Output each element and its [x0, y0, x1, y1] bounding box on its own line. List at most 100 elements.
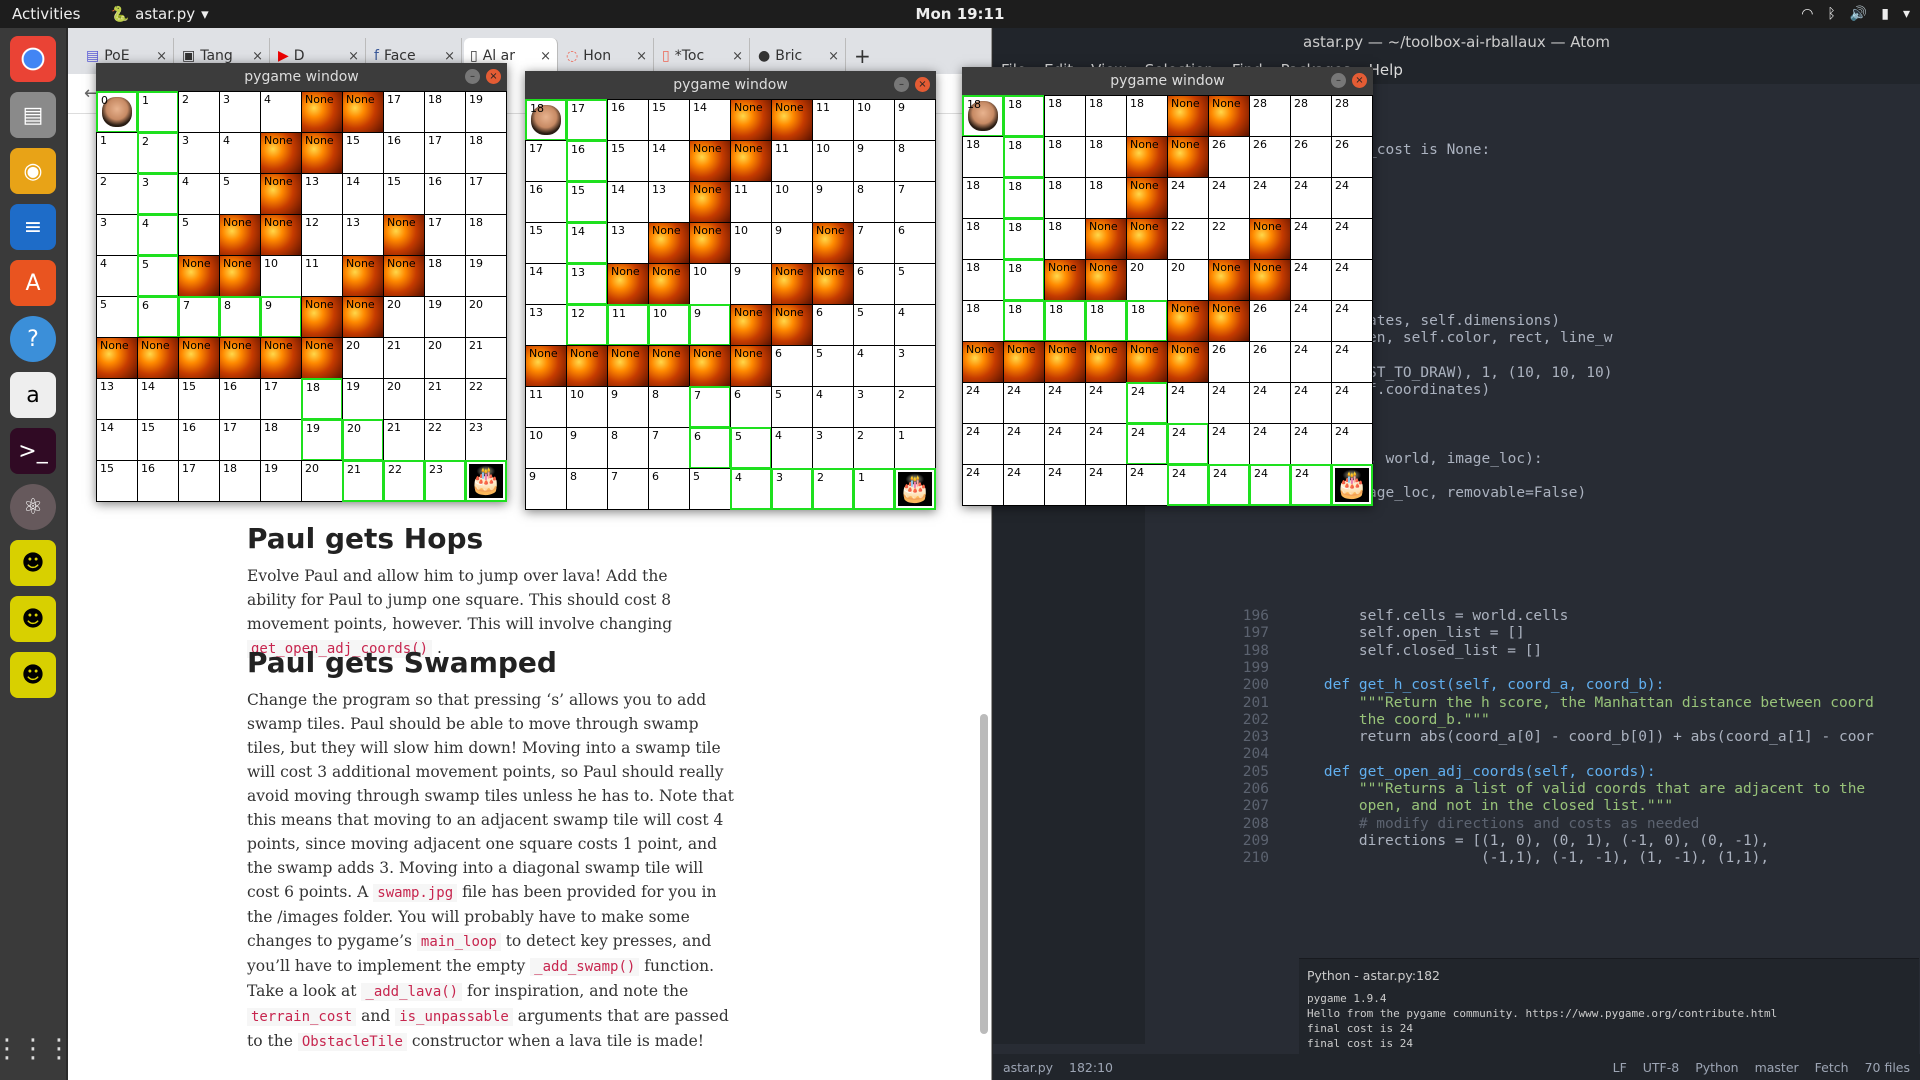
- lava-tile[interactable]: None: [648, 222, 690, 264]
- code-line[interactable]: return abs(coord_a[0] - coord_b[0]) + ab…: [1289, 729, 1874, 745]
- grid-cell[interactable]: 12: [301, 214, 343, 256]
- lava-tile[interactable]: None: [812, 263, 854, 305]
- grid-cell[interactable]: 3: [771, 468, 813, 510]
- lava-tile[interactable]: None: [260, 337, 302, 379]
- lava-tile[interactable]: None: [342, 91, 384, 133]
- grid-cell[interactable]: 8: [219, 296, 261, 338]
- grid-cell[interactable]: 10: [648, 304, 690, 346]
- grid-cell[interactable]: 16: [525, 181, 567, 223]
- grid-cell[interactable]: 15: [178, 378, 220, 420]
- grid-cell[interactable]: 10: [689, 263, 731, 305]
- lava-tile[interactable]: None: [1044, 341, 1086, 383]
- lava-tile[interactable]: None: [260, 173, 302, 215]
- grid-cell[interactable]: 19: [424, 296, 466, 338]
- code-line[interactable]: # modify directions and costs as needed: [1289, 816, 1699, 832]
- grid-cell[interactable]: 16: [137, 460, 179, 502]
- lava-tile[interactable]: None: [219, 337, 261, 379]
- grid-cell[interactable]: 24: [1290, 423, 1332, 465]
- code-line[interactable]: self.cells = world.cells: [1289, 608, 1569, 624]
- grid-cell[interactable]: 20: [424, 337, 466, 379]
- grid-cell[interactable]: 24: [1167, 177, 1209, 219]
- grid-cell[interactable]: 18: [1003, 136, 1045, 178]
- lava-tile[interactable]: None: [1249, 259, 1291, 301]
- grid-cell[interactable]: 21: [342, 460, 384, 502]
- grid-cell[interactable]: 14: [689, 99, 731, 141]
- grid-cell[interactable]: 24: [1085, 382, 1127, 424]
- lava-tile[interactable]: None: [689, 345, 731, 387]
- grid-cell[interactable]: 3: [178, 132, 220, 174]
- grid-cell[interactable]: 12: [566, 304, 608, 346]
- grid-cell[interactable]: 17: [178, 460, 220, 502]
- new-tab-button[interactable]: +: [848, 38, 888, 74]
- grid-cell[interactable]: 22: [383, 460, 425, 502]
- grid-cell[interactable]: 13: [566, 263, 608, 305]
- pygame-titlebar[interactable]: pygame window – ×: [962, 67, 1373, 95]
- grid-cell[interactable]: 4: [260, 91, 302, 133]
- grid-cell[interactable]: 17: [383, 91, 425, 133]
- grid-cell[interactable]: 18: [1003, 218, 1045, 260]
- grid-cell[interactable]: 14: [96, 419, 138, 461]
- grid-cell[interactable]: 23: [424, 460, 466, 502]
- grid-cell[interactable]: 13: [342, 214, 384, 256]
- grid-cell[interactable]: 10: [730, 222, 772, 264]
- grid-cell[interactable]: 5: [137, 255, 179, 297]
- grid-cell[interactable]: 22: [465, 378, 507, 420]
- tab-github[interactable]: ● Bric ×: [752, 38, 846, 74]
- grid-cell[interactable]: 24: [1331, 423, 1373, 465]
- lava-tile[interactable]: None: [1208, 300, 1250, 342]
- grid-cell[interactable]: 9: [566, 427, 608, 469]
- grid-cell[interactable]: 21: [383, 419, 425, 461]
- grid-cell[interactable]: 4: [730, 468, 772, 510]
- grid-cell[interactable]: 24: [1249, 423, 1291, 465]
- grid-cell[interactable]: 17: [525, 140, 567, 182]
- lava-tile[interactable]: None: [730, 140, 772, 182]
- lava-tile[interactable]: None: [1167, 136, 1209, 178]
- grid-cell[interactable]: 18: [260, 419, 302, 461]
- grid-cell[interactable]: 18: [1003, 259, 1045, 301]
- activities-button[interactable]: Activities: [12, 5, 80, 23]
- grid-cell[interactable]: 18: [962, 177, 1004, 219]
- code-line[interactable]: self.open_list = []: [1289, 625, 1525, 641]
- grid-cell[interactable]: 13: [301, 173, 343, 215]
- grid-cell[interactable]: 18: [962, 218, 1004, 260]
- grid-cell[interactable]: 9: [853, 140, 895, 182]
- grid-cell[interactable]: 18: [1003, 177, 1045, 219]
- show-apps-icon[interactable]: ⋮⋮⋮: [0, 1034, 72, 1064]
- grid-cell[interactable]: 10: [853, 99, 895, 141]
- app-menu[interactable]: 🐍 astar.py ▾: [110, 5, 208, 23]
- grid-cell[interactable]: 5: [730, 427, 772, 469]
- grid-cell[interactable]: 15: [648, 99, 690, 141]
- close-icon[interactable]: ×: [486, 69, 501, 84]
- lava-tile[interactable]: None: [178, 337, 220, 379]
- grid-cell[interactable]: 24: [962, 423, 1004, 465]
- grid-cell[interactable]: 2: [853, 427, 895, 469]
- grid-cell[interactable]: 24: [1167, 423, 1209, 465]
- grid-cell[interactable]: 15: [137, 419, 179, 461]
- grid-cell[interactable]: 28: [1331, 95, 1373, 137]
- grid-cell[interactable]: 18: [465, 132, 507, 174]
- grid-cell[interactable]: 18: [962, 136, 1004, 178]
- pygame-titlebar[interactable]: pygame window – ×: [96, 63, 507, 91]
- grid-cell[interactable]: 24: [1126, 382, 1168, 424]
- grid-cell[interactable]: 20: [1167, 259, 1209, 301]
- grid-cell[interactable]: 7: [853, 222, 895, 264]
- grid-cell[interactable]: 24: [1208, 382, 1250, 424]
- grid-cell[interactable]: 21: [383, 337, 425, 379]
- grid-cell[interactable]: 6: [894, 222, 936, 264]
- lava-tile[interactable]: None: [342, 296, 384, 338]
- grid-cell[interactable]: 28: [1290, 95, 1332, 137]
- lava-tile[interactable]: None: [219, 214, 261, 256]
- grid-cell[interactable]: 24: [1208, 423, 1250, 465]
- code-line[interactable]: def get_open_adj_coords(self, coords):: [1289, 764, 1656, 780]
- grid-cell[interactable]: 18: [962, 300, 1004, 342]
- lava-tile[interactable]: None: [1249, 218, 1291, 260]
- lava-tile[interactable]: None: [383, 255, 425, 297]
- grid-cell[interactable]: 15: [383, 173, 425, 215]
- grid-cell[interactable]: 24: [1126, 464, 1168, 506]
- grid-cell[interactable]: 24: [1085, 464, 1127, 506]
- writer-icon[interactable]: ≡: [10, 204, 56, 250]
- store-icon[interactable]: A: [10, 260, 56, 306]
- grid-cell[interactable]: 24: [1126, 423, 1168, 465]
- grid-cell[interactable]: 19: [260, 460, 302, 502]
- minimize-icon[interactable]: –: [1331, 73, 1346, 88]
